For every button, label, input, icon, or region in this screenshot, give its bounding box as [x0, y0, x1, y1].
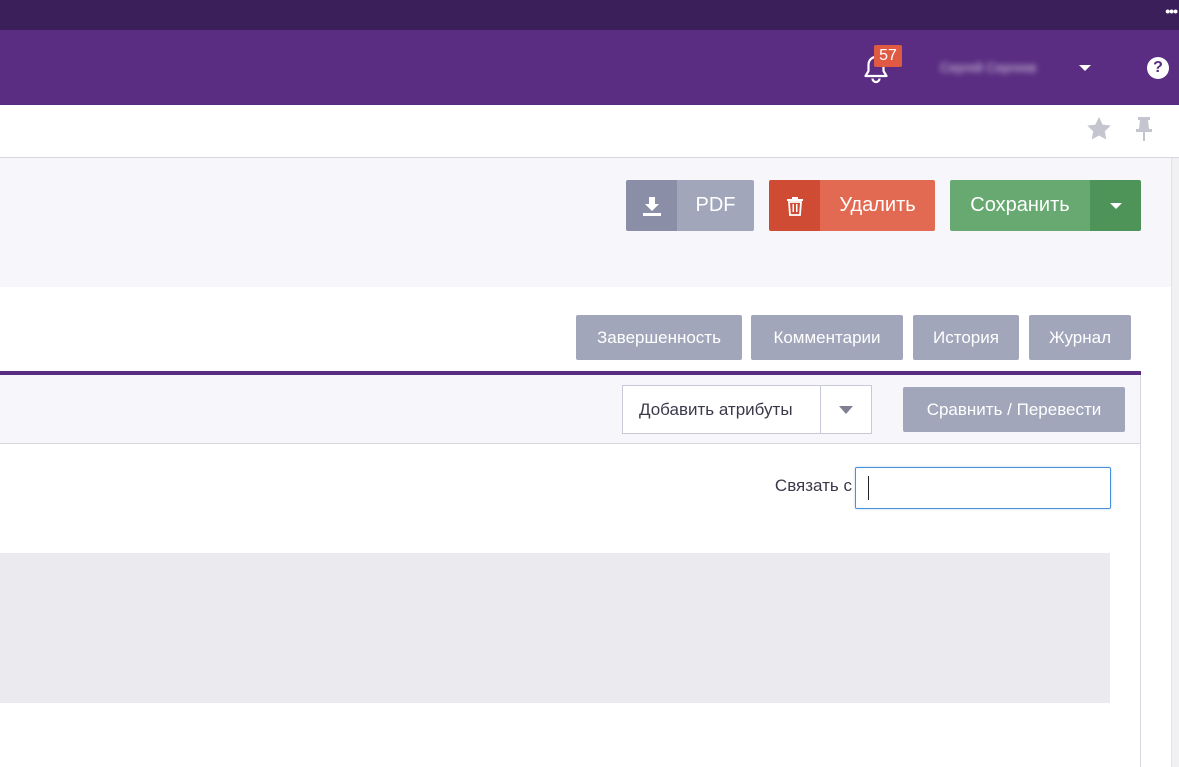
trash-icon: [769, 180, 820, 231]
pdf-button-label: PDF: [677, 180, 754, 231]
help-icon[interactable]: ?: [1147, 57, 1169, 79]
download-pdf-button[interactable]: PDF: [626, 180, 754, 231]
chevron-down-icon[interactable]: [820, 386, 871, 433]
save-options-caret-icon[interactable]: [1090, 180, 1141, 231]
tab-completeness[interactable]: Завершенность: [576, 315, 742, 360]
save-button-label: Сохранить: [950, 180, 1090, 231]
tab-journal[interactable]: Журнал: [1029, 315, 1131, 360]
star-icon[interactable]: [1085, 115, 1113, 143]
add-attributes-value: Добавить атрибуты: [639, 400, 793, 419]
text-cursor: [868, 476, 869, 500]
tab-history[interactable]: История: [913, 315, 1019, 360]
window-top-strip: •••: [0, 0, 1179, 30]
sub-header-bar: [0, 105, 1179, 158]
download-icon: [626, 180, 677, 231]
delete-button-label: Удалить: [820, 180, 935, 231]
user-menu-name[interactable]: Сергей Сергеев: [940, 58, 1075, 78]
window-menu-dots[interactable]: •••: [1165, 4, 1178, 18]
save-button[interactable]: Сохранить: [950, 180, 1141, 231]
delete-button[interactable]: Удалить: [769, 180, 935, 231]
add-attributes-select[interactable]: Добавить атрибуты: [622, 385, 872, 434]
pin-icon[interactable]: [1132, 115, 1156, 143]
notifications-count-badge[interactable]: 57: [874, 45, 902, 67]
link-with-label: Связать с: [774, 476, 852, 495]
compare-translate-button[interactable]: Сравнить / Перевести: [903, 387, 1125, 432]
user-menu-caret-icon[interactable]: [1079, 65, 1091, 71]
empty-content-area: [0, 553, 1110, 703]
vertical-scrollbar[interactable]: [1171, 158, 1179, 767]
link-with-input[interactable]: [855, 467, 1111, 509]
tab-comments[interactable]: Комментарии: [751, 315, 903, 360]
